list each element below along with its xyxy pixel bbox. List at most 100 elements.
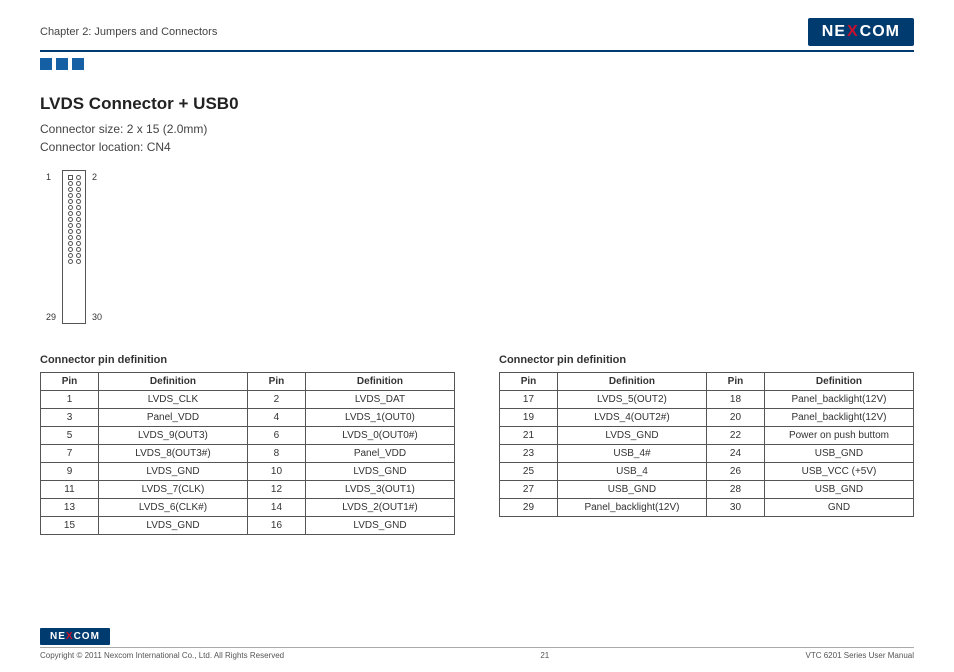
header: Chapter 2: Jumpers and Connectors NEXCOM xyxy=(40,18,914,46)
table-row: 13LVDS_6(CLK#)14LVDS_2(OUT1#) xyxy=(41,499,455,517)
cell-pin: 29 xyxy=(500,499,558,517)
section-title: LVDS Connector + USB0 xyxy=(40,94,914,114)
cell-def: LVDS_0(OUT0#) xyxy=(305,427,454,445)
th-pin: Pin xyxy=(41,373,99,391)
table-right-block: Connector pin definition Pin Definition … xyxy=(499,354,914,535)
cell-pin: 28 xyxy=(706,481,764,499)
th-def: Definition xyxy=(764,373,913,391)
table-row: 19LVDS_4(OUT2#)20Panel_backlight(12V) xyxy=(500,409,914,427)
footer: NEXCOM Copyright © 2011 Nexcom Internati… xyxy=(40,626,914,660)
cell-def: LVDS_2(OUT1#) xyxy=(305,499,454,517)
table-row: 29Panel_backlight(12V)30GND xyxy=(500,499,914,517)
cell-pin: 1 xyxy=(41,391,99,409)
cell-pin: 17 xyxy=(500,391,558,409)
cell-pin: 10 xyxy=(247,463,305,481)
th-pin: Pin xyxy=(500,373,558,391)
footer-rule xyxy=(40,647,914,648)
cell-pin: 21 xyxy=(500,427,558,445)
cell-pin: 9 xyxy=(41,463,99,481)
nexcom-logo: NEXCOM xyxy=(808,18,914,46)
cell-def: USB_GND xyxy=(764,481,913,499)
cell-pin: 27 xyxy=(500,481,558,499)
table-row: 15LVDS_GND16LVDS_GND xyxy=(41,517,455,535)
cell-pin: 5 xyxy=(41,427,99,445)
table-left-block: Connector pin definition Pin Definition … xyxy=(40,354,455,535)
cell-def: Panel_backlight(12V) xyxy=(764,409,913,427)
cell-pin: 8 xyxy=(247,445,305,463)
cell-def: LVDS_GND xyxy=(305,517,454,535)
cell-def: LVDS_4(OUT2#) xyxy=(557,409,706,427)
diagram-right-labels: 2 30 xyxy=(92,170,102,322)
cell-pin: 24 xyxy=(706,445,764,463)
table-row: 7LVDS_8(OUT3#)8Panel_VDD xyxy=(41,445,455,463)
table-row: 9LVDS_GND10LVDS_GND xyxy=(41,463,455,481)
table-row: 1LVDS_CLK2LVDS_DAT xyxy=(41,391,455,409)
cell-pin: 11 xyxy=(41,481,99,499)
decorative-squares xyxy=(40,58,914,70)
table-right-title: Connector pin definition xyxy=(499,354,914,366)
cell-def: LVDS_9(OUT3) xyxy=(98,427,247,445)
cell-pin: 20 xyxy=(706,409,764,427)
table-right: Pin Definition Pin Definition 17LVDS_5(O… xyxy=(499,372,914,517)
cell-pin: 6 xyxy=(247,427,305,445)
table-row: 25USB_426USB_VCC (+5V) xyxy=(500,463,914,481)
th-def: Definition xyxy=(557,373,706,391)
cell-def: LVDS_7(CLK) xyxy=(98,481,247,499)
cell-def: LVDS_CLK xyxy=(98,391,247,409)
table-row: 23USB_4#24USB_GND xyxy=(500,445,914,463)
connector-diagram: 1 29 2 30 xyxy=(46,170,914,324)
cell-pin: 18 xyxy=(706,391,764,409)
cell-def: Panel_backlight(12V) xyxy=(764,391,913,409)
footer-manual: VTC 6201 Series User Manual xyxy=(806,651,915,660)
cell-pin: 14 xyxy=(247,499,305,517)
table-left: Pin Definition Pin Definition 1LVDS_CLK2… xyxy=(40,372,455,535)
th-def: Definition xyxy=(305,373,454,391)
cell-def: LVDS_GND xyxy=(305,463,454,481)
table-row: 21LVDS_GND22Power on push buttom xyxy=(500,427,914,445)
cell-def: LVDS_8(OUT3#) xyxy=(98,445,247,463)
cell-def: LVDS_GND xyxy=(98,517,247,535)
cell-def: USB_VCC (+5V) xyxy=(764,463,913,481)
cell-def: GND xyxy=(764,499,913,517)
table-left-title: Connector pin definition xyxy=(40,354,455,366)
footer-page: 21 xyxy=(540,651,549,660)
diagram-left-labels: 1 29 xyxy=(46,170,56,322)
cell-def: LVDS_GND xyxy=(557,427,706,445)
th-def: Definition xyxy=(98,373,247,391)
cell-def: Panel_VDD xyxy=(98,409,247,427)
cell-def: Power on push buttom xyxy=(764,427,913,445)
cell-pin: 3 xyxy=(41,409,99,427)
cell-pin: 2 xyxy=(247,391,305,409)
chapter-label: Chapter 2: Jumpers and Connectors xyxy=(40,26,217,38)
table-row: 5LVDS_9(OUT3)6LVDS_0(OUT0#) xyxy=(41,427,455,445)
th-pin: Pin xyxy=(706,373,764,391)
table-row: 3Panel_VDD4LVDS_1(OUT0) xyxy=(41,409,455,427)
section-subtitle: Connector size: 2 x 15 (2.0mm) Connector… xyxy=(40,120,914,156)
cell-pin: 19 xyxy=(500,409,558,427)
cell-pin: 22 xyxy=(706,427,764,445)
cell-def: LVDS_GND xyxy=(98,463,247,481)
cell-def: LVDS_3(OUT1) xyxy=(305,481,454,499)
cell-pin: 23 xyxy=(500,445,558,463)
header-rule xyxy=(40,50,914,52)
table-row: 27USB_GND28USB_GND xyxy=(500,481,914,499)
cell-def: USB_GND xyxy=(557,481,706,499)
cell-def: USB_GND xyxy=(764,445,913,463)
cell-pin: 16 xyxy=(247,517,305,535)
cell-pin: 7 xyxy=(41,445,99,463)
connector-body xyxy=(62,170,86,324)
nexcom-footer-logo: NEXCOM xyxy=(40,628,110,645)
cell-def: Panel_VDD xyxy=(305,445,454,463)
cell-pin: 13 xyxy=(41,499,99,517)
cell-pin: 4 xyxy=(247,409,305,427)
cell-def: USB_4# xyxy=(557,445,706,463)
table-row: 11LVDS_7(CLK)12LVDS_3(OUT1) xyxy=(41,481,455,499)
cell-pin: 12 xyxy=(247,481,305,499)
cell-def: LVDS_1(OUT0) xyxy=(305,409,454,427)
cell-pin: 30 xyxy=(706,499,764,517)
cell-pin: 15 xyxy=(41,517,99,535)
cell-def: LVDS_6(CLK#) xyxy=(98,499,247,517)
tables-row: Connector pin definition Pin Definition … xyxy=(40,354,914,535)
cell-pin: 25 xyxy=(500,463,558,481)
cell-pin: 26 xyxy=(706,463,764,481)
